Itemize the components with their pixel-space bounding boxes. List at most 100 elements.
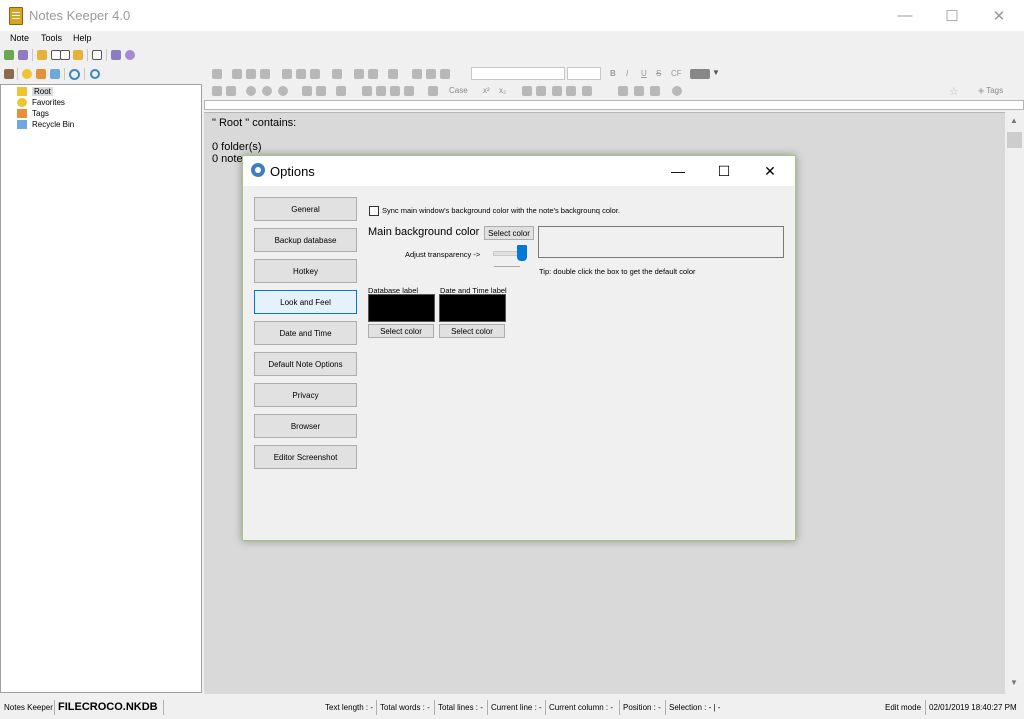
nav-browser[interactable]: Browser xyxy=(254,414,357,438)
nav-date-and-time[interactable]: Date and Time xyxy=(254,321,357,345)
editor-scrollbar[interactable]: ▲ ▼ xyxy=(1005,112,1024,693)
transparency-slider-thumb[interactable] xyxy=(517,245,527,261)
print-preview-icon[interactable] xyxy=(232,69,242,79)
date-time-label-color-preview[interactable] xyxy=(439,294,506,322)
favorite-star-icon[interactable]: ☆ xyxy=(949,85,959,98)
nav-backup-database[interactable]: Backup database xyxy=(254,228,357,252)
insert-table-icon[interactable] xyxy=(522,86,532,96)
screenshot-icon[interactable] xyxy=(296,69,306,79)
email-icon[interactable] xyxy=(368,69,378,79)
date-time-select-color-button[interactable]: Select color xyxy=(439,324,505,338)
lock-icon[interactable] xyxy=(618,86,628,96)
italic-button[interactable]: I xyxy=(626,69,628,78)
font-size-select[interactable] xyxy=(567,67,601,80)
nav-look-and-feel[interactable]: Look and Feel xyxy=(254,290,357,314)
font-family-select[interactable] xyxy=(471,67,565,80)
bold-button[interactable]: B xyxy=(610,69,616,78)
export-icon[interactable] xyxy=(111,50,121,60)
web-icon[interactable] xyxy=(672,86,682,96)
new-folder-icon[interactable] xyxy=(37,50,47,60)
minimize-button[interactable]: — xyxy=(882,0,928,31)
superscript-button[interactable]: x² xyxy=(483,86,490,95)
scroll-up-arrow-icon[interactable]: ▲ xyxy=(1010,116,1018,125)
database-label-select-color-button[interactable]: Select color xyxy=(368,324,434,338)
clear-format-button[interactable]: CF xyxy=(671,69,682,78)
indent-icon[interactable] xyxy=(316,86,326,96)
menu-help[interactable]: Help xyxy=(73,33,92,43)
main-background-select-color-button[interactable]: Select color xyxy=(484,226,534,240)
color-dropdown-arrow-icon[interactable]: ▼ xyxy=(712,68,720,77)
favorites-star-icon[interactable] xyxy=(22,69,32,79)
tree-item-favorites[interactable]: Favorites xyxy=(17,97,65,108)
line-spacing-icon[interactable] xyxy=(428,86,438,96)
attach-icon[interactable] xyxy=(332,69,342,79)
outdent-icon[interactable] xyxy=(302,86,312,96)
comment-icon[interactable] xyxy=(354,69,364,79)
nav-hotkey[interactable]: Hotkey xyxy=(254,259,357,283)
delete-note-icon[interactable] xyxy=(92,50,102,60)
menu-note[interactable]: Note xyxy=(10,33,29,43)
tree-item-recycle-bin[interactable]: Recycle Bin xyxy=(17,119,74,130)
insert-picture-icon[interactable] xyxy=(536,86,546,96)
cut-icon[interactable] xyxy=(412,69,422,79)
insert-image-icon[interactable] xyxy=(310,69,320,79)
align-left-icon[interactable] xyxy=(362,86,372,96)
zoom-reset-icon[interactable] xyxy=(278,86,288,96)
underline-button[interactable]: U xyxy=(641,69,647,78)
nav-default-note-options[interactable]: Default Note Options xyxy=(254,352,357,376)
scrollbar-thumb[interactable] xyxy=(1007,132,1022,148)
nav-general[interactable]: General xyxy=(254,197,357,221)
tags-button[interactable]: ◈ Tags xyxy=(978,86,1003,95)
eraser-icon[interactable] xyxy=(388,69,398,79)
close-button[interactable]: ✕ xyxy=(976,0,1022,31)
database-icon[interactable] xyxy=(18,50,28,60)
strikethrough-button[interactable]: S xyxy=(656,69,661,78)
case-button[interactable]: Case xyxy=(449,86,468,95)
print-icon[interactable] xyxy=(246,69,256,79)
home-icon[interactable] xyxy=(4,69,14,79)
nav-editor-screenshot[interactable]: Editor Screenshot xyxy=(254,445,357,469)
printer-icon[interactable] xyxy=(260,69,270,79)
nav-privacy[interactable]: Privacy xyxy=(254,383,357,407)
zoom-out-icon[interactable] xyxy=(262,86,272,96)
sync-background-checkbox[interactable] xyxy=(369,206,379,216)
tree-item-tags[interactable]: Tags xyxy=(17,108,49,119)
dialog-minimize-button[interactable]: — xyxy=(655,156,701,186)
word-export-icon[interactable] xyxy=(650,86,660,96)
align-right-icon[interactable] xyxy=(390,86,400,96)
database-label-color-preview[interactable] xyxy=(368,294,435,322)
redo-icon[interactable] xyxy=(226,86,236,96)
open-database-icon[interactable] xyxy=(4,50,14,60)
note-title-field[interactable] xyxy=(204,100,1024,110)
subscript-button[interactable]: x₂ xyxy=(499,86,506,95)
find-replace-icon[interactable] xyxy=(552,86,562,96)
recycle-bin-icon[interactable] xyxy=(50,69,60,79)
dialog-close-button[interactable]: ✕ xyxy=(747,156,793,186)
main-background-color-preview[interactable] xyxy=(538,226,784,258)
pdf-export-icon[interactable] xyxy=(634,86,644,96)
dialog-maximize-button[interactable]: ☐ xyxy=(701,156,747,186)
paste-icon[interactable] xyxy=(440,69,450,79)
settings-gear-icon[interactable] xyxy=(125,50,135,60)
save-icon[interactable] xyxy=(212,69,222,79)
undo-icon[interactable] xyxy=(212,86,222,96)
menu-tools[interactable]: Tools xyxy=(41,33,62,43)
search-icon[interactable] xyxy=(90,69,100,79)
scroll-down-arrow-icon[interactable]: ▼ xyxy=(1010,678,1018,687)
tag-icon[interactable] xyxy=(36,69,46,79)
spell-check-icon[interactable] xyxy=(566,86,576,96)
align-center-icon[interactable] xyxy=(376,86,386,96)
insert-symbol-icon[interactable] xyxy=(582,86,592,96)
maximize-button[interactable]: ☐ xyxy=(929,0,975,31)
zoom-in-icon[interactable] xyxy=(246,86,256,96)
justify-icon[interactable] xyxy=(404,86,414,96)
new-window-icon[interactable] xyxy=(60,50,70,60)
copy-icon[interactable] xyxy=(426,69,436,79)
bullet-list-icon[interactable] xyxy=(336,86,346,96)
open-folder-icon[interactable] xyxy=(73,50,83,60)
tree-item-root[interactable]: Root xyxy=(17,86,53,97)
copy-format-icon[interactable] xyxy=(282,69,292,79)
refresh-icon[interactable] xyxy=(69,69,80,80)
text-color-picker[interactable] xyxy=(690,69,710,79)
tag-icon: ◈ xyxy=(978,86,985,95)
